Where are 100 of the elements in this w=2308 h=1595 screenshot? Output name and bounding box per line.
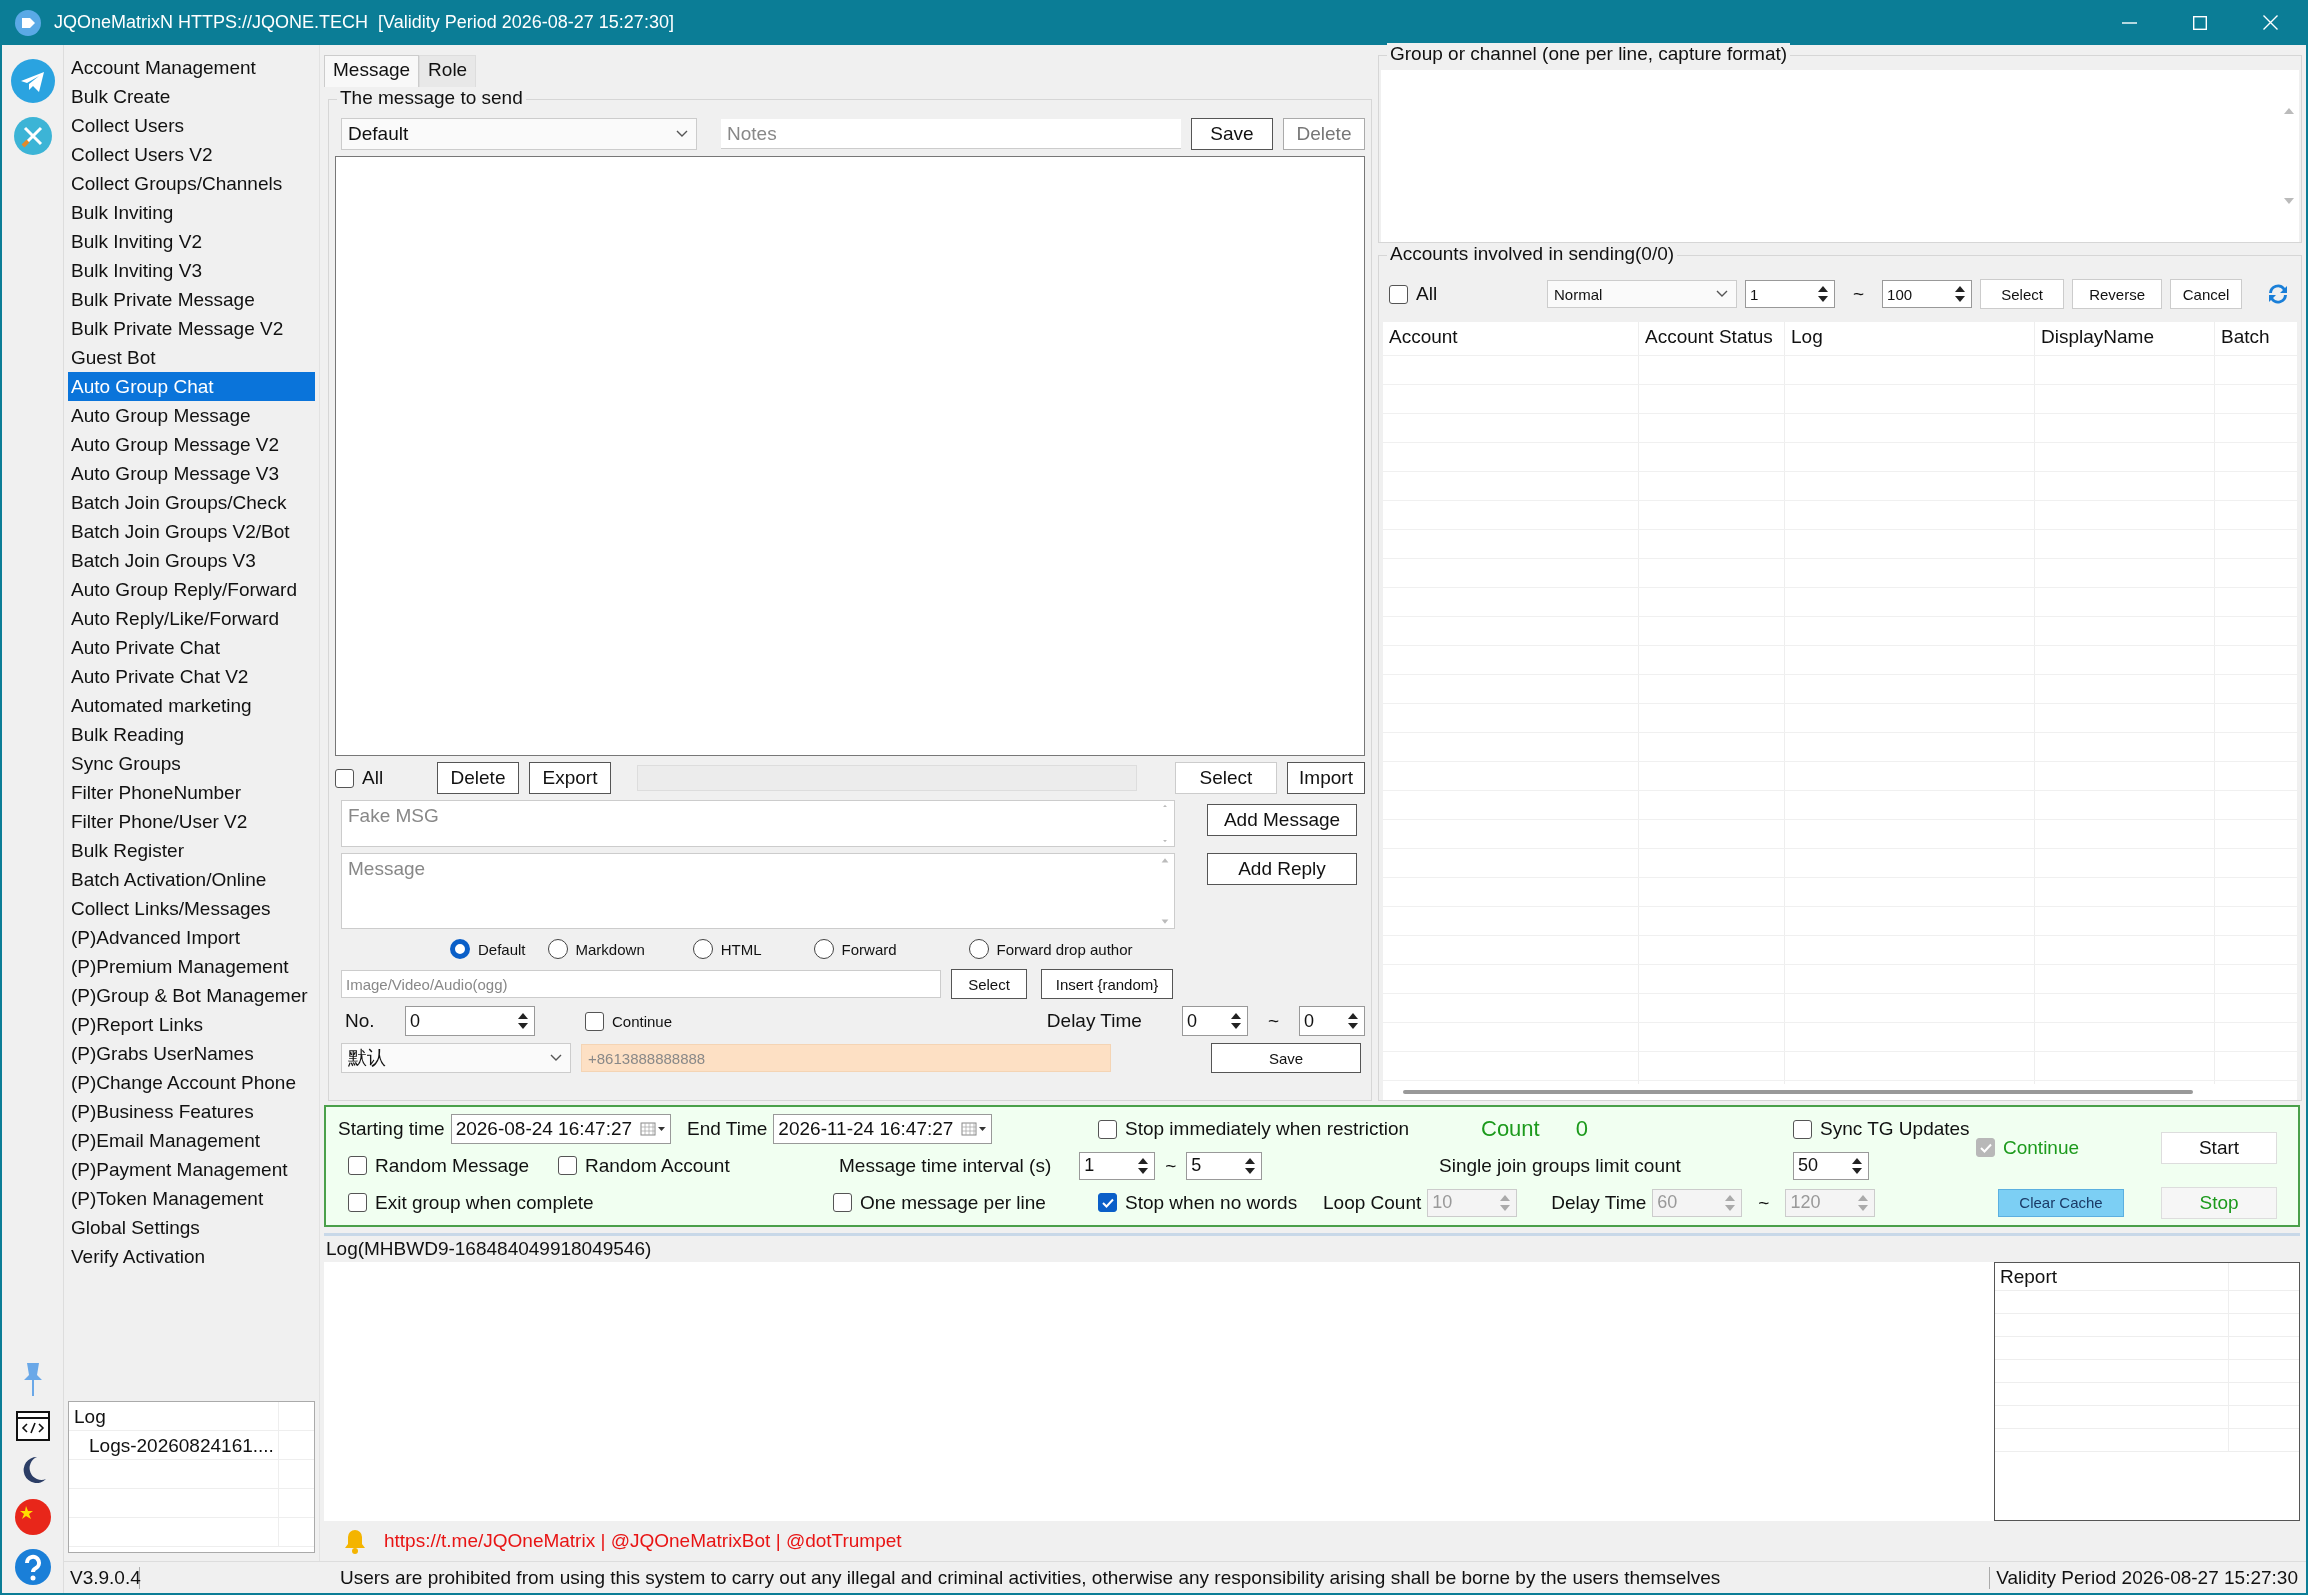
sidebar-item[interactable]: (P)Business Features bbox=[68, 1097, 315, 1126]
sidebar-item[interactable]: Sync Groups bbox=[68, 749, 315, 778]
sidebar-item[interactable]: Auto Group Message V3 bbox=[68, 459, 315, 488]
date-field[interactable]: 2026-08-24 16:47:27 bbox=[450, 1114, 672, 1145]
sidebar-item[interactable]: Collect Users V2 bbox=[68, 140, 315, 169]
button[interactable]: Save bbox=[1211, 1043, 1361, 1073]
number-spinner[interactable]: 1 bbox=[1745, 280, 1835, 308]
sidebar-item[interactable]: Bulk Inviting V3 bbox=[68, 256, 315, 285]
number-spinner[interactable]: 5 bbox=[1186, 1152, 1263, 1180]
radio-button[interactable] bbox=[813, 939, 834, 959]
media-path-field[interactable]: Image/Video/Audio(ogg) bbox=[341, 970, 941, 998]
sidebar-item[interactable]: Account Management bbox=[68, 53, 315, 82]
sidebar-item[interactable]: Collect Groups/Channels bbox=[68, 169, 315, 198]
sidebar-item[interactable]: Collect Users bbox=[68, 111, 315, 140]
sidebar-item[interactable]: Auto Group Chat bbox=[68, 372, 315, 401]
sidebar-item[interactable]: Auto Group Reply/Forward bbox=[68, 575, 315, 604]
button[interactable]: Insert {random} bbox=[1041, 969, 1173, 999]
sidebar-item[interactable]: Batch Activation/Online bbox=[68, 865, 315, 894]
sidebar-item[interactable]: Filter PhoneNumber bbox=[68, 778, 315, 807]
sidebar-item[interactable]: (P)Change Account Phone bbox=[68, 1068, 315, 1097]
button[interactable]: Delete bbox=[1283, 118, 1365, 150]
checkbox-label: All bbox=[1416, 283, 1438, 305]
checkbox[interactable] bbox=[1098, 1119, 1117, 1139]
number-spinner[interactable]: 100 bbox=[1882, 280, 1973, 308]
contact-links[interactable]: https://t.me/JQOneMatrix | @JQOneMatrixBot | @dotTrumpet bbox=[384, 1530, 902, 1552]
phone-field[interactable]: +8613888888888 bbox=[581, 1044, 1111, 1072]
fake-message-field[interactable]: Fake MSG bbox=[341, 800, 1175, 847]
sidebar-item[interactable]: Bulk Create bbox=[68, 82, 315, 111]
scrollbar[interactable] bbox=[1403, 1090, 2193, 1094]
sidebar-item[interactable]: Bulk Inviting bbox=[68, 198, 315, 227]
dropdown[interactable]: Default bbox=[341, 118, 697, 150]
sidebar-item[interactable]: Auto Private Chat bbox=[68, 633, 315, 662]
checkbox[interactable] bbox=[558, 1156, 577, 1176]
sidebar-item[interactable]: Auto Private Chat V2 bbox=[68, 662, 315, 691]
sidebar-item[interactable]: Bulk Inviting V2 bbox=[68, 227, 315, 256]
column-header: Account bbox=[1383, 322, 1639, 355]
button[interactable]: Reverse bbox=[2072, 279, 2163, 309]
sidebar-item[interactable]: (P)Report Links bbox=[68, 1010, 315, 1039]
sidebar-item[interactable]: Bulk Private Message bbox=[68, 285, 315, 314]
checkbox[interactable] bbox=[348, 1193, 367, 1213]
dropdown[interactable]: 默认 bbox=[341, 1043, 571, 1073]
sidebar-item[interactable]: Collect Links/Messages bbox=[68, 894, 315, 923]
sidebar-item[interactable]: Bulk Register bbox=[68, 836, 315, 865]
checkbox[interactable] bbox=[1793, 1119, 1812, 1139]
sidebar-item[interactable]: (P)Payment Management bbox=[68, 1155, 315, 1184]
sidebar-item[interactable]: (P)Email Management bbox=[68, 1126, 315, 1155]
sidebar-item[interactable]: (P)Token Management bbox=[68, 1184, 315, 1213]
check-icon bbox=[1101, 1197, 1114, 1208]
sidebar-item[interactable]: Batch Join Groups/Check bbox=[68, 488, 315, 517]
sidebar-item[interactable]: Verify Activation bbox=[68, 1242, 315, 1271]
number-spinner[interactable]: 1 bbox=[1079, 1152, 1156, 1180]
sidebar-item[interactable]: Auto Reply/Like/Forward bbox=[68, 604, 315, 633]
checkbox[interactable] bbox=[585, 1011, 604, 1031]
number-spinner[interactable]: 0 bbox=[405, 1006, 535, 1036]
radio-button[interactable] bbox=[547, 939, 568, 959]
button[interactable]: Import bbox=[1287, 762, 1365, 794]
button[interactable]: Select bbox=[1175, 762, 1277, 794]
checkbox[interactable] bbox=[348, 1156, 367, 1176]
sidebar-item[interactable]: Batch Join Groups V3 bbox=[68, 546, 315, 575]
checkbox[interactable] bbox=[1389, 284, 1408, 304]
dropdown[interactable]: Normal bbox=[1547, 280, 1737, 308]
checkbox[interactable] bbox=[1098, 1193, 1117, 1213]
date-field[interactable]: 2026-11-24 16:47:27 bbox=[773, 1114, 993, 1145]
sidebar-item[interactable]: Auto Group Message V2 bbox=[68, 430, 315, 459]
tab[interactable]: Role bbox=[419, 55, 477, 87]
notes-field[interactable]: Notes bbox=[721, 119, 1181, 149]
sidebar-item[interactable]: Bulk Private Message V2 bbox=[68, 314, 315, 343]
sidebar-item[interactable]: (P)Premium Management bbox=[68, 952, 315, 981]
radio-button[interactable] bbox=[968, 939, 989, 959]
number-spinner[interactable]: 0 bbox=[1299, 1006, 1365, 1036]
button[interactable]: Delete bbox=[437, 762, 519, 794]
checkbox[interactable] bbox=[833, 1193, 852, 1213]
sidebar-item[interactable]: (P)Grabs UserNames bbox=[68, 1039, 315, 1068]
button[interactable]: Start bbox=[2161, 1131, 2277, 1164]
sidebar-item[interactable]: Batch Join Groups V2/Bot bbox=[68, 517, 315, 546]
sidebar-item[interactable]: Global Settings bbox=[68, 1213, 315, 1242]
radio-button[interactable] bbox=[692, 939, 713, 959]
sidebar-item[interactable]: Guest Bot bbox=[68, 343, 315, 372]
sidebar-item[interactable]: Filter Phone/User V2 bbox=[68, 807, 315, 836]
message-field[interactable]: Message bbox=[341, 853, 1175, 929]
tab[interactable]: Message bbox=[324, 55, 420, 87]
radio-button[interactable] bbox=[450, 939, 470, 959]
sidebar-item[interactable]: Automated marketing bbox=[68, 691, 315, 720]
button[interactable]: Export bbox=[529, 762, 611, 794]
code-window-icon bbox=[15, 1411, 50, 1441]
log-file-item[interactable]: Logs-20260824161.... bbox=[69, 1431, 279, 1459]
sidebar-item[interactable]: (P)Group & Bot Managemer bbox=[68, 981, 315, 1010]
sidebar-item[interactable]: Auto Group Message bbox=[68, 401, 315, 430]
button[interactable]: Add Message bbox=[1207, 804, 1357, 836]
number-spinner[interactable]: 0 bbox=[1181, 1006, 1248, 1036]
button[interactable]: Save bbox=[1191, 118, 1273, 150]
sidebar-item[interactable]: (P)Advanced Import bbox=[68, 923, 315, 952]
checkbox[interactable] bbox=[335, 768, 354, 788]
button[interactable]: Add Reply bbox=[1207, 853, 1357, 885]
sidebar-item[interactable]: Bulk Reading bbox=[68, 720, 315, 749]
button[interactable]: Cancel bbox=[2170, 279, 2243, 309]
button[interactable]: Clear Cache bbox=[1998, 1188, 2124, 1217]
button[interactable]: Select bbox=[951, 969, 1027, 999]
button[interactable]: Select bbox=[1980, 279, 2065, 309]
number-spinner[interactable]: 50 bbox=[1793, 1152, 1869, 1180]
